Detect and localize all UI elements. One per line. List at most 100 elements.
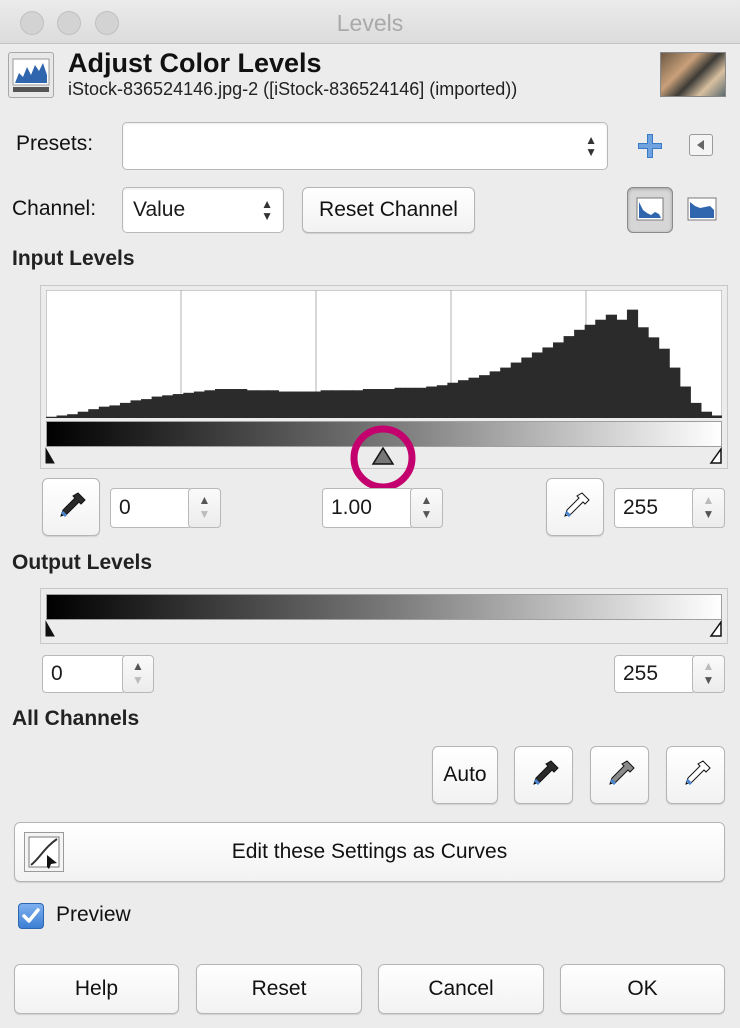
input-black-value: 0: [119, 496, 131, 519]
pick-white-all-button[interactable]: [666, 746, 725, 804]
dialog-title: Adjust Color Levels: [68, 48, 322, 78]
channel-value: Value: [133, 198, 186, 221]
presets-combo[interactable]: ▲ ▼: [122, 122, 608, 170]
reset-channel-button[interactable]: Reset Channel: [302, 187, 475, 233]
histogram-bar: [299, 391, 311, 418]
preview-checkbox[interactable]: [18, 903, 44, 929]
histogram-bar: [405, 387, 417, 418]
help-button[interactable]: Help: [14, 964, 179, 1014]
histogram-bar: [700, 411, 713, 418]
reset-button[interactable]: Reset: [196, 964, 362, 1014]
edit-as-curves-button[interactable]: Edit these Settings as Curves: [14, 822, 725, 882]
curves-icon: [24, 832, 64, 872]
output-white-stepper[interactable]: ▲ ▼: [692, 655, 725, 693]
presets-label: Presets:: [16, 132, 94, 155]
histogram-bar: [172, 394, 184, 418]
input-white-stepper[interactable]: ▲ ▼: [692, 488, 725, 528]
histogram-bar: [468, 377, 480, 418]
histogram-bar: [679, 386, 691, 418]
histogram: [46, 290, 722, 418]
histogram-bar: [648, 337, 660, 418]
histogram-bar: [109, 405, 121, 418]
highlight-circle: [350, 425, 416, 491]
linear-histogram-toggle[interactable]: [627, 187, 673, 233]
histogram-bar: [489, 371, 501, 418]
histogram-bar: [436, 385, 448, 418]
histogram-bar: [595, 319, 607, 418]
histogram-bar: [183, 392, 195, 418]
output-white-field[interactable]: 255: [614, 655, 696, 693]
input-black-field[interactable]: 0: [110, 488, 192, 528]
window-title: Levels: [336, 10, 404, 36]
histogram-bar: [394, 387, 406, 418]
preview-label: Preview: [56, 903, 131, 926]
histogram-bar: [415, 387, 427, 418]
image-thumbnail: [660, 52, 726, 97]
ok-button[interactable]: OK: [560, 964, 725, 1014]
histogram-bar: [98, 406, 110, 418]
input-black-handle[interactable]: [44, 447, 56, 465]
edit-as-curves-label: Edit these Settings as Curves: [231, 840, 508, 863]
histogram-bar: [626, 309, 639, 418]
output-white-value: 255: [623, 662, 659, 685]
add-preset-icon[interactable]: [636, 132, 664, 160]
output-levels-heading: Output Levels: [12, 551, 153, 574]
histogram-bar: [246, 390, 258, 418]
histogram-bar: [447, 382, 459, 418]
histogram-bar: [341, 390, 353, 418]
presets-menu-icon[interactable]: [689, 134, 713, 156]
dialog-subtitle: iStock-836524146.jpg-2 ([iStock-83652414…: [68, 79, 518, 99]
gray-eyedropper-icon: [608, 760, 635, 786]
input-gamma-field[interactable]: 1.00: [322, 488, 414, 528]
input-white-handle[interactable]: [709, 447, 723, 465]
input-black-stepper[interactable]: ▲ ▼: [188, 488, 221, 528]
histogram-bar: [384, 389, 396, 418]
logarithmic-histogram-toggle[interactable]: [682, 190, 722, 230]
black-eyedropper-icon: [532, 760, 559, 786]
histogram-bar: [310, 391, 322, 418]
linear-histogram-icon: [636, 197, 664, 221]
histogram-bar: [362, 389, 375, 418]
histogram-bar: [119, 402, 132, 418]
input-levels-heading: Input Levels: [12, 247, 135, 270]
histogram-bar: [669, 367, 681, 418]
input-white-field[interactable]: 255: [614, 488, 696, 528]
histogram-bar: [500, 367, 512, 418]
histogram-bar: [574, 329, 586, 418]
white-eyedropper-icon: [684, 760, 711, 786]
output-black-stepper[interactable]: ▲ ▼: [122, 655, 154, 693]
histogram-bar: [225, 389, 237, 418]
channel-label: Channel:: [12, 197, 97, 220]
histogram-bar: [267, 390, 279, 418]
histogram-bar: [542, 347, 554, 418]
histogram-bar: [352, 390, 364, 418]
output-white-handle[interactable]: [709, 620, 723, 638]
histogram-bar: [278, 391, 290, 418]
histogram-bar: [141, 399, 153, 418]
pick-gray-all-button[interactable]: [590, 746, 649, 804]
output-black-handle[interactable]: [44, 620, 56, 638]
histogram-bar: [56, 415, 68, 418]
channel-combo[interactable]: Value ▲ ▼: [122, 187, 284, 233]
output-black-field[interactable]: 0: [42, 655, 126, 693]
input-gamma-stepper[interactable]: ▲ ▼: [410, 488, 443, 528]
all-channels-heading: All Channels: [12, 707, 140, 730]
output-gradient-ramp: [46, 594, 722, 620]
histogram-bar: [320, 390, 332, 418]
histogram-bar: [637, 327, 649, 418]
histogram-bar: [331, 390, 343, 418]
histogram-bar: [457, 380, 470, 418]
auto-levels-button[interactable]: Auto: [432, 746, 498, 804]
levels-histogram-icon: [8, 52, 54, 98]
pick-black-all-button[interactable]: [514, 746, 573, 804]
histogram-bar: [77, 411, 89, 418]
histogram-bar: [130, 400, 142, 418]
cancel-button[interactable]: Cancel: [378, 964, 544, 1014]
histogram-bar: [616, 319, 628, 418]
input-white-value: 255: [623, 496, 659, 519]
pick-white-point-button[interactable]: [546, 478, 604, 536]
histogram-bar: [88, 409, 100, 418]
histogram-bar: [521, 357, 533, 418]
input-gamma-value: 1.00: [331, 496, 372, 519]
pick-black-point-button[interactable]: [42, 478, 100, 536]
